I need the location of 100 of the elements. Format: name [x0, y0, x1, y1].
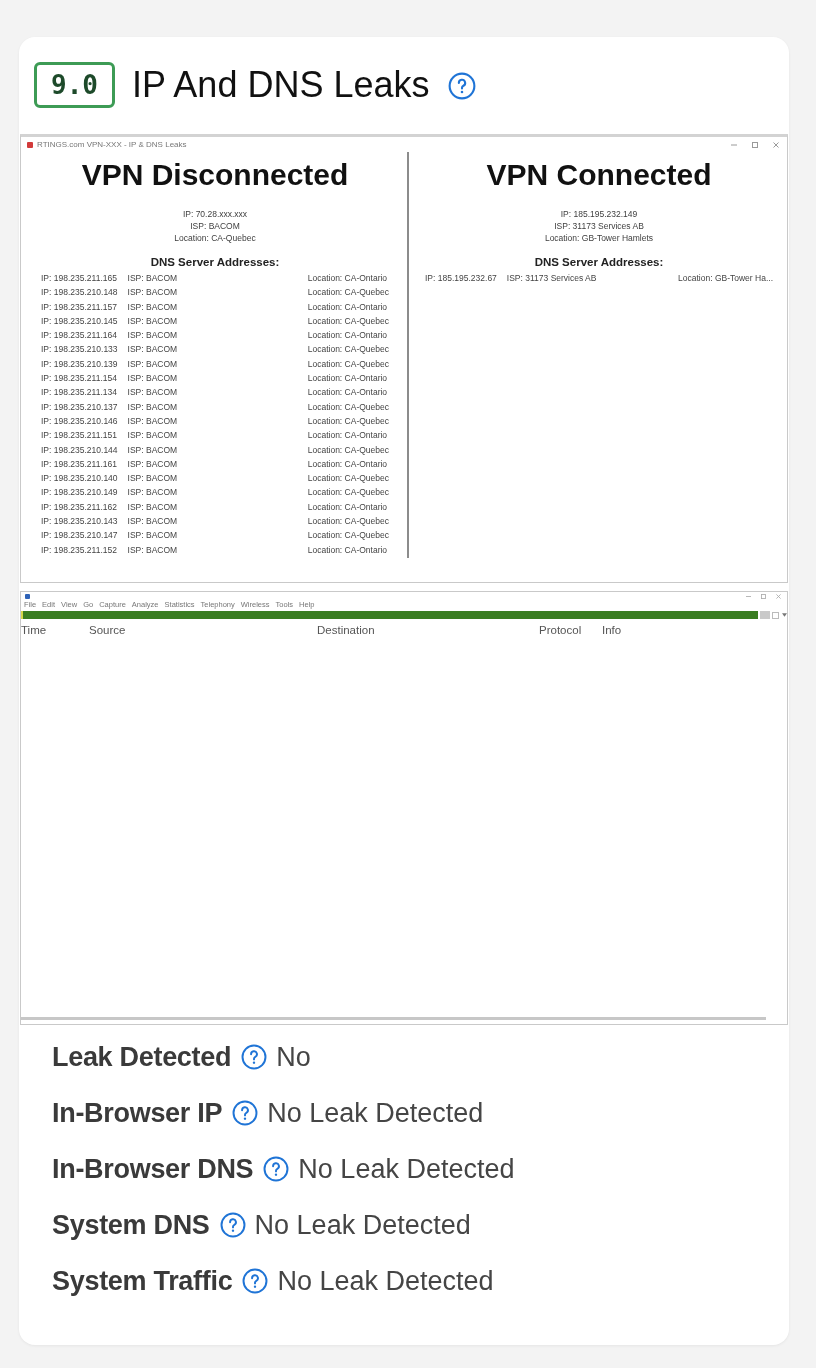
connection-detail: IP: 70.28.xxx.xxx	[182, 208, 248, 220]
window-title: RTINGS.com VPN-XXX - IP & DNS Leaks	[37, 139, 187, 150]
dns-isp: ISP: BACOM	[127, 329, 178, 343]
dns-ip: IP: 198.235.210.148	[41, 286, 118, 300]
dns-heading: DNS Server Addresses:	[534, 255, 664, 269]
dns-ip: IP: 198.235.211.162	[41, 500, 117, 514]
options-button[interactable]	[772, 611, 779, 619]
dns-location: Location: CA-Ontario	[307, 457, 388, 471]
dns-ip: IP: 198.235.210.139	[41, 357, 118, 371]
dns-isp: ISP: BACOM	[127, 386, 178, 400]
column-header[interactable]: Destination	[317, 622, 375, 638]
result-label: In-Browser IP	[52, 1097, 223, 1129]
help-icon[interactable]	[241, 1044, 268, 1070]
dns-isp: ISP: BACOM	[127, 429, 178, 443]
dns-ip: IP: 198.235.210.143	[41, 515, 118, 529]
dns-isp: ISP: BACOM	[127, 529, 178, 543]
dns-isp: ISP: BACOM	[127, 457, 178, 471]
dns-ip: IP: 198.235.210.133	[41, 343, 118, 357]
dns-location: Location: CA-Ontario	[307, 329, 388, 343]
dns-heading: DNS Server Addresses:	[150, 255, 280, 269]
dns-ip: IP: 198.235.211.161	[41, 457, 117, 471]
dns-isp: ISP: BACOM	[127, 443, 178, 457]
dns-location: Location: CA-Quebec	[307, 529, 389, 543]
dns-location: Location: CA-Quebec	[307, 414, 389, 428]
score-badge: 9.0	[34, 62, 115, 108]
dns-location: Location: CA-Quebec	[307, 443, 389, 457]
dns-isp: ISP: BACOM	[127, 372, 178, 386]
dns-location: Location: GB-Tower Ha...	[678, 272, 773, 285]
column-header[interactable]: Time	[21, 622, 47, 638]
result-label: In-Browser DNS	[52, 1153, 254, 1185]
dns-ip: IP: 198.235.211.154	[41, 372, 117, 386]
minimize-icon[interactable]	[731, 141, 737, 148]
dns-location: Location: CA-Ontario	[307, 272, 388, 285]
dns-location: Location: CA-Ontario	[307, 429, 388, 443]
horizontal-scrollbar[interactable]	[21, 1017, 766, 1020]
result-label: System DNS	[52, 1209, 210, 1241]
help-icon[interactable]	[448, 72, 477, 100]
column-header[interactable]: Info	[602, 622, 622, 638]
dns-isp: ISP: BACOM	[127, 472, 178, 486]
dns-ip: IP: 198.235.211.134	[41, 386, 117, 400]
dns-location: Location: CA-Quebec	[307, 515, 389, 529]
dns-ip: IP: 198.235.210.149	[41, 486, 118, 500]
dns-isp: ISP: BACOM	[127, 300, 178, 314]
result-value: No Leak Detected	[277, 1265, 494, 1297]
dns-isp: ISP: BACOM	[127, 286, 178, 300]
connection-heading: VPN Disconnected	[81, 158, 349, 192]
dns-isp: ISP: BACOM	[127, 343, 178, 357]
help-icon[interactable]	[219, 1212, 246, 1238]
dns-ip: IP: 185.195.232.67	[425, 272, 497, 285]
dns-location: Location: CA-Ontario	[307, 543, 388, 557]
dns-isp: ISP: BACOM	[127, 314, 178, 328]
dns-location: Location: CA-Quebec	[307, 486, 389, 500]
dns-location: Location: CA-Quebec	[307, 400, 389, 414]
section-title: IP And DNS Leaks	[131, 64, 430, 106]
dns-isp: ISP: BACOM	[127, 515, 178, 529]
dns-ip: IP: 198.235.211.151	[41, 429, 117, 443]
minimize-icon[interactable]	[746, 593, 751, 599]
result-value: No	[276, 1041, 311, 1073]
close-icon[interactable]	[773, 141, 779, 148]
dns-location: Location: CA-Quebec	[307, 357, 389, 371]
dns-location: Location: CA-Quebec	[307, 286, 389, 300]
connection-detail: Location: CA-Quebec	[174, 232, 256, 244]
result-value: No Leak Detected	[267, 1097, 484, 1129]
dns-location: Location: CA-Quebec	[307, 314, 389, 328]
column-header[interactable]: Protocol	[539, 622, 582, 638]
app-icon	[27, 141, 33, 148]
filter-field[interactable]	[21, 611, 759, 619]
dns-isp: ISP: BACOM	[127, 500, 178, 514]
dns-ip: IP: 198.235.210.146	[41, 414, 118, 428]
caret-icon[interactable]	[782, 613, 787, 617]
dns-isp: ISP: BACOM	[127, 414, 178, 428]
connection-detail: ISP: BACOM	[190, 220, 240, 232]
help-icon[interactable]	[242, 1268, 269, 1294]
column-header[interactable]: Source	[89, 622, 126, 638]
dns-ip: IP: 198.235.210.137	[41, 400, 118, 414]
dns-ip: IP: 198.235.211.157	[41, 300, 117, 314]
dns-isp: ISP: BACOM	[127, 486, 178, 500]
dns-location: Location: CA-Ontario	[307, 500, 388, 514]
dns-location: Location: CA-Quebec	[307, 343, 389, 357]
dns-location: Location: CA-Ontario	[307, 386, 388, 400]
dns-ip: IP: 198.235.211.152	[41, 543, 117, 557]
dns-ip: IP: 198.235.210.145	[41, 314, 118, 328]
connection-detail: ISP: 31173 Services AB	[554, 220, 644, 232]
dns-isp: ISP: 31173 Services AB	[506, 272, 597, 285]
result-value: No Leak Detected	[254, 1209, 471, 1241]
close-icon[interactable]	[776, 593, 781, 599]
app-icon	[25, 593, 30, 599]
result-label: System Traffic	[52, 1265, 233, 1297]
dns-isp: ISP: BACOM	[127, 400, 178, 414]
maximize-icon[interactable]	[752, 141, 758, 148]
dns-ip: IP: 198.235.211.165	[41, 272, 117, 285]
dns-location: Location: CA-Ontario	[307, 300, 388, 314]
dns-isp: ISP: BACOM	[127, 543, 178, 557]
help-icon[interactable]	[263, 1156, 290, 1182]
help-icon[interactable]	[232, 1100, 259, 1126]
dns-ip: IP: 198.235.211.164	[41, 329, 117, 343]
result-value: No Leak Detected	[298, 1153, 515, 1185]
connection-detail: IP: 185.195.232.149	[560, 208, 638, 220]
maximize-icon[interactable]	[761, 593, 766, 599]
connection-heading: VPN Connected	[486, 158, 712, 192]
